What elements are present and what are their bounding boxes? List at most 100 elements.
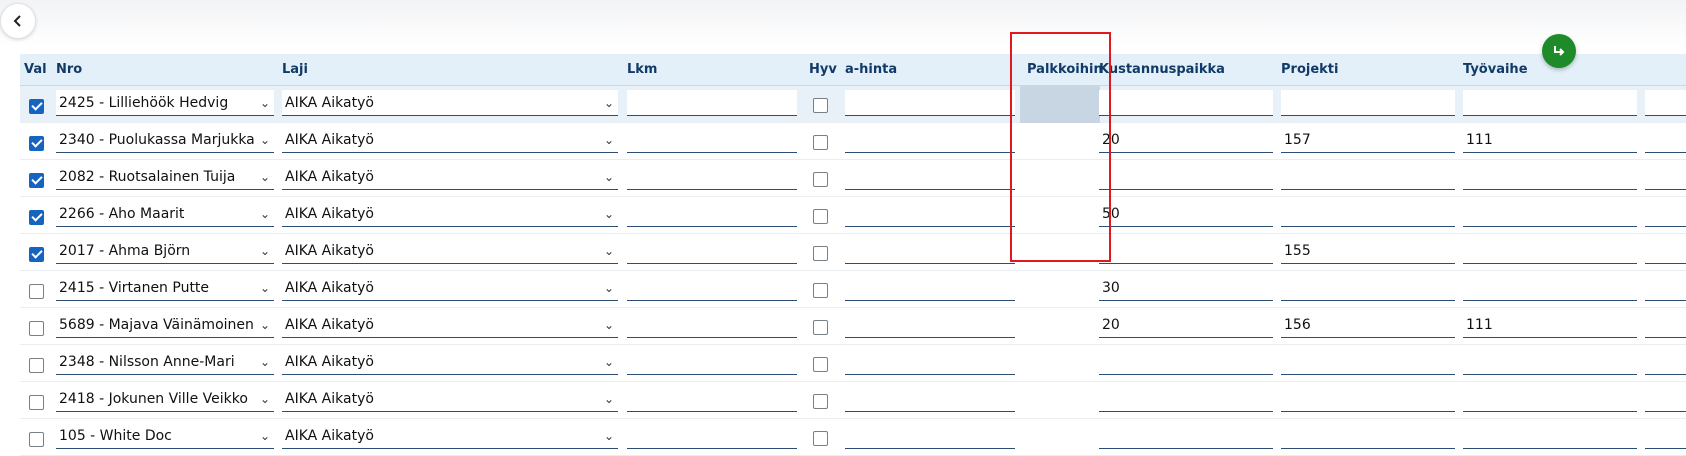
row-select-checkbox[interactable] [29, 247, 44, 262]
projekti-input[interactable]: 155 [1281, 238, 1455, 264]
ahinta-input[interactable] [845, 201, 1015, 227]
projekti-input[interactable]: 157 [1281, 127, 1455, 153]
ahinta-input[interactable] [845, 423, 1015, 449]
tyovaihe-input[interactable] [1463, 164, 1637, 190]
extra-input[interactable] [1645, 164, 1686, 190]
laji-select[interactable]: AIKA Aikatyö ⌄ [282, 275, 618, 301]
projekti-input[interactable] [1281, 349, 1455, 375]
hyv-checkbox[interactable] [813, 209, 828, 224]
lkm-input[interactable] [627, 127, 797, 153]
nro-select[interactable]: 2418 - Jokunen Ville Veikko ⌄ [56, 386, 274, 412]
extra-input[interactable] [1645, 312, 1686, 338]
nro-select[interactable]: 2425 - Lilliehöök Hedvig ⌄ [56, 90, 274, 116]
kustannuspaikka-input[interactable] [1099, 423, 1273, 449]
laji-select[interactable]: AIKA Aikatyö ⌄ [282, 127, 618, 153]
laji-select[interactable]: AIKA Aikatyö ⌄ [282, 238, 618, 264]
laji-select[interactable]: AIKA Aikatyö ⌄ [282, 201, 618, 227]
tyovaihe-input[interactable] [1463, 386, 1637, 412]
projekti-input[interactable] [1281, 386, 1455, 412]
nro-select[interactable]: 2340 - Puolukassa Marjukka ⌄ [56, 127, 274, 153]
kustannuspaikka-input[interactable]: 30 [1099, 275, 1273, 301]
tyovaihe-input[interactable] [1463, 90, 1637, 116]
tyovaihe-input[interactable] [1463, 423, 1637, 449]
row-select-checkbox[interactable] [29, 358, 44, 373]
ahinta-input[interactable] [845, 164, 1015, 190]
extra-input[interactable] [1645, 423, 1686, 449]
projekti-input[interactable] [1281, 275, 1455, 301]
projekti-input[interactable] [1281, 423, 1455, 449]
kustannuspaikka-input[interactable] [1099, 386, 1273, 412]
extra-input[interactable] [1645, 275, 1686, 301]
hyv-checkbox[interactable] [813, 320, 828, 335]
ahinta-input[interactable] [845, 275, 1015, 301]
hyv-checkbox[interactable] [813, 135, 828, 150]
hyv-checkbox[interactable] [813, 394, 828, 409]
tyovaihe-input[interactable] [1463, 349, 1637, 375]
projekti-input[interactable] [1281, 90, 1455, 116]
projekti-input[interactable] [1281, 164, 1455, 190]
hyv-checkbox[interactable] [813, 357, 828, 372]
ahinta-input[interactable] [845, 127, 1015, 153]
nro-select[interactable]: 2348 - Nilsson Anne-Mari ⌄ [56, 349, 274, 375]
hyv-checkbox[interactable] [813, 283, 828, 298]
ahinta-input[interactable] [845, 238, 1015, 264]
lkm-input[interactable] [627, 312, 797, 338]
ahinta-input[interactable] [845, 90, 1015, 116]
lkm-input[interactable] [627, 275, 797, 301]
back-button[interactable] [0, 3, 36, 39]
row-select-checkbox[interactable] [29, 432, 44, 447]
hyv-checkbox[interactable] [813, 98, 828, 113]
lkm-input[interactable] [627, 90, 797, 116]
kustannuspaikka-input[interactable] [1099, 238, 1273, 264]
row-select-checkbox[interactable] [29, 395, 44, 410]
projekti-input[interactable]: 156 [1281, 312, 1455, 338]
hyv-checkbox[interactable] [813, 431, 828, 446]
lkm-input[interactable] [627, 164, 797, 190]
tyovaihe-input[interactable]: 111 [1463, 127, 1637, 153]
row-select-checkbox[interactable] [29, 284, 44, 299]
lkm-input[interactable] [627, 386, 797, 412]
laji-select[interactable]: AIKA Aikatyö ⌄ [282, 312, 618, 338]
lkm-input[interactable] [627, 349, 797, 375]
lkm-input[interactable] [627, 238, 797, 264]
nro-select[interactable]: 2017 - Ahma Björn ⌄ [56, 238, 274, 264]
extra-input[interactable] [1645, 349, 1686, 375]
kustannuspaikka-input[interactable]: 20 [1099, 312, 1273, 338]
nro-select[interactable]: 105 - White Doc ⌄ [56, 423, 274, 449]
extra-input[interactable] [1645, 386, 1686, 412]
kustannuspaikka-input[interactable] [1099, 349, 1273, 375]
row-select-checkbox[interactable] [29, 173, 44, 188]
tyovaihe-input[interactable]: 111 [1463, 312, 1637, 338]
kustannuspaikka-input[interactable]: 50 [1099, 201, 1273, 227]
laji-select[interactable]: AIKA Aikatyö ⌄ [282, 164, 618, 190]
tyovaihe-input[interactable] [1463, 275, 1637, 301]
ahinta-input[interactable] [845, 386, 1015, 412]
nro-select[interactable]: 2266 - Aho Maarit ⌄ [56, 201, 274, 227]
nro-select[interactable]: 2415 - Virtanen Putte ⌄ [56, 275, 274, 301]
ahinta-input[interactable] [845, 312, 1015, 338]
laji-select[interactable]: AIKA Aikatyö ⌄ [282, 386, 618, 412]
extra-input[interactable] [1645, 127, 1686, 153]
laji-select[interactable]: AIKA Aikatyö ⌄ [282, 90, 618, 116]
ahinta-input[interactable] [845, 349, 1015, 375]
row-select-checkbox[interactable] [29, 210, 44, 225]
action-fab-button[interactable] [1542, 34, 1576, 68]
nro-select[interactable]: 2082 - Ruotsalainen Tuija ⌄ [56, 164, 274, 190]
kustannuspaikka-input[interactable] [1099, 164, 1273, 190]
lkm-input[interactable] [627, 201, 797, 227]
projekti-input[interactable] [1281, 201, 1455, 227]
extra-input[interactable] [1645, 90, 1686, 116]
hyv-checkbox[interactable] [813, 246, 828, 261]
nro-select[interactable]: 5689 - Majava Väinämoinen ⌄ [56, 312, 274, 338]
row-select-checkbox[interactable] [29, 136, 44, 151]
laji-select[interactable]: AIKA Aikatyö ⌄ [282, 349, 618, 375]
row-select-checkbox[interactable] [29, 99, 44, 114]
hyv-checkbox[interactable] [813, 172, 828, 187]
row-select-checkbox[interactable] [29, 321, 44, 336]
laji-select[interactable]: AIKA Aikatyö ⌄ [282, 423, 618, 449]
kustannuspaikka-input[interactable] [1099, 90, 1273, 116]
kustannuspaikka-input[interactable]: 20 [1099, 127, 1273, 153]
tyovaihe-input[interactable] [1463, 201, 1637, 227]
tyovaihe-input[interactable] [1463, 238, 1637, 264]
lkm-input[interactable] [627, 423, 797, 449]
